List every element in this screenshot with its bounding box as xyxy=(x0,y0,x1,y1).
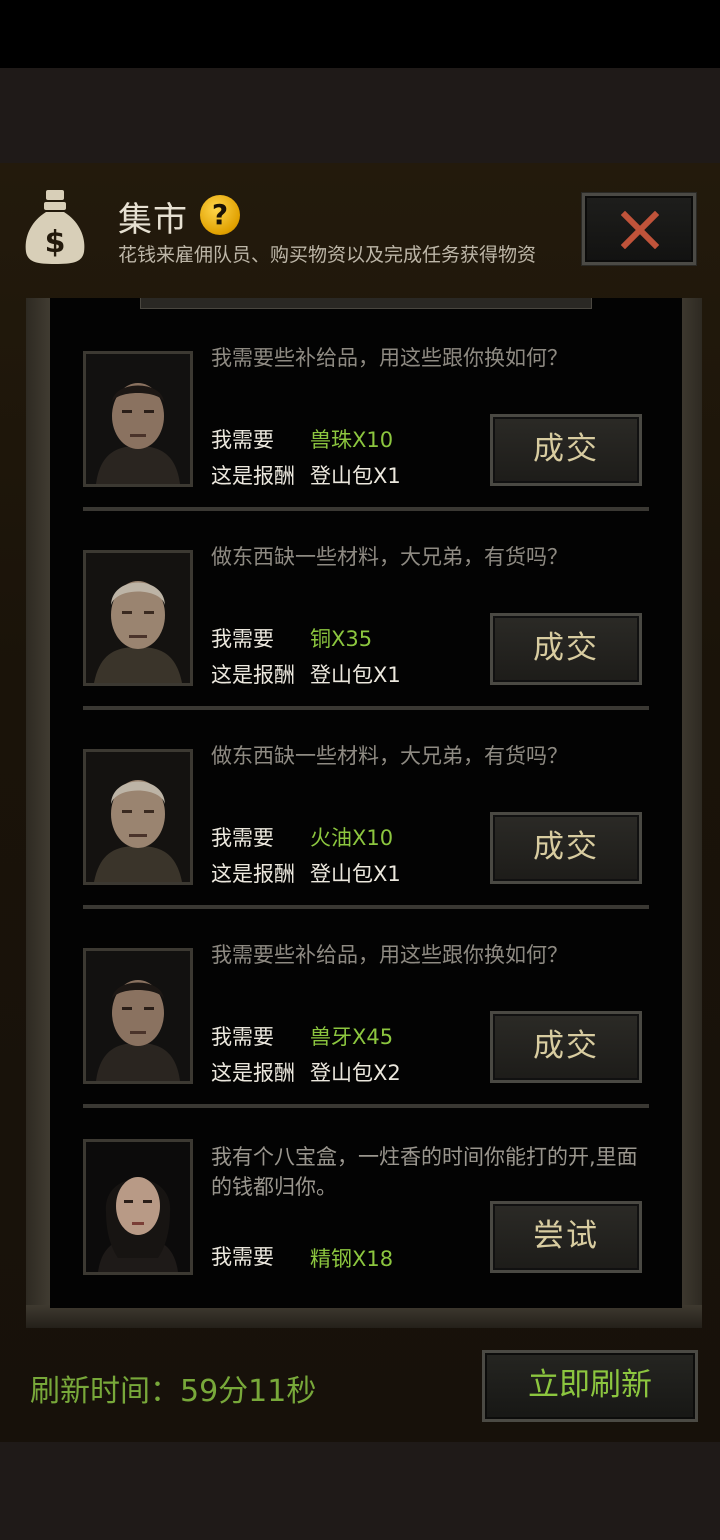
money-bag-icon: $ xyxy=(22,186,88,266)
npc-portrait xyxy=(83,351,193,487)
trade-item: 我有个八宝盒，一炷香的时间你能打的开,里面的钱都归你。 我需要 精钢X18 尝试 xyxy=(50,1094,682,1308)
svg-text:$: $ xyxy=(45,225,66,260)
trade-item: 我需要些补给品，用这些跟你换如何？ 我需要 兽珠X10 这是报酬 登山包X1 成… xyxy=(50,298,682,511)
close-icon xyxy=(621,211,659,249)
list-frame-bottom xyxy=(26,1305,702,1328)
reward-label: 这是报酬 xyxy=(211,663,295,687)
need-label: 我需要 xyxy=(211,627,274,651)
status-bar xyxy=(0,0,720,68)
deal-button[interactable]: 成交 xyxy=(490,1011,642,1083)
reward-value: 登山包X1 xyxy=(310,663,401,687)
trade-list[interactable]: 我需要些补给品，用这些跟你换如何？ 我需要 兽珠X10 这是报酬 登山包X1 成… xyxy=(50,298,682,1308)
need-value: 兽珠X10 xyxy=(310,428,394,452)
npc-dialog: 我需要些补给品，用这些跟你换如何？ xyxy=(211,943,568,967)
refresh-now-button[interactable]: 立即刷新 xyxy=(482,1350,698,1422)
npc-dialog: 我有个八宝盒，一炷香的时间你能打的开,里面的钱都归你。 xyxy=(211,1145,638,1199)
need-label: 我需要 xyxy=(211,1025,274,1049)
refresh-countdown: 刷新时间：59分11秒 xyxy=(30,1374,317,1409)
deal-button[interactable]: 成交 xyxy=(490,414,642,486)
deal-button[interactable]: 成交 xyxy=(490,812,642,884)
need-value: 精钢X18 xyxy=(310,1247,394,1271)
reward-value: 登山包X2 xyxy=(310,1061,401,1085)
trade-item: 做东西缺一些材料，大兄弟，有货吗？ 我需要 火油X10 这是报酬 登山包X1 成… xyxy=(50,696,682,909)
npc-dialog: 我需要些补给品，用这些跟你换如何？ xyxy=(211,346,568,370)
page-title: 集市 xyxy=(118,200,188,240)
need-label: 我需要 xyxy=(211,1245,274,1269)
reward-value: 登山包X1 xyxy=(310,464,401,488)
trade-item: 我需要些补给品，用这些跟你换如何？ 我需要 兽牙X45 这是报酬 登山包X2 成… xyxy=(50,895,682,1108)
help-icon[interactable]: ? xyxy=(200,195,240,235)
npc-portrait xyxy=(83,550,193,686)
need-value: 火油X10 xyxy=(310,826,394,850)
trade-item: 做东西缺一些材料，大兄弟，有货吗？ 我需要 铜X35 这是报酬 登山包X1 成交 xyxy=(50,497,682,710)
deal-button[interactable]: 成交 xyxy=(490,613,642,685)
need-label: 我需要 xyxy=(211,428,274,452)
need-value: 铜X35 xyxy=(310,627,373,651)
reward-value: 登山包X1 xyxy=(310,862,401,886)
reward-label: 这是报酬 xyxy=(211,464,295,488)
need-value: 兽牙X45 xyxy=(310,1025,394,1049)
page-subtitle: 花钱来雇佣队员、购买物资以及完成任务获得物资 xyxy=(118,244,537,266)
npc-portrait xyxy=(83,1139,193,1275)
npc-portrait xyxy=(83,948,193,1084)
try-button[interactable]: 尝试 xyxy=(490,1201,642,1273)
reward-label: 这是报酬 xyxy=(211,1061,295,1085)
dimmed-backdrop-bottom xyxy=(0,1442,720,1540)
close-button[interactable] xyxy=(582,193,696,265)
reward-label: 这是报酬 xyxy=(211,862,295,886)
npc-portrait xyxy=(83,749,193,885)
need-label: 我需要 xyxy=(211,826,274,850)
dimmed-backdrop-top xyxy=(0,68,720,163)
npc-dialog: 做东西缺一些材料，大兄弟，有货吗？ xyxy=(211,744,568,768)
npc-dialog: 做东西缺一些材料，大兄弟，有货吗？ xyxy=(211,545,568,569)
